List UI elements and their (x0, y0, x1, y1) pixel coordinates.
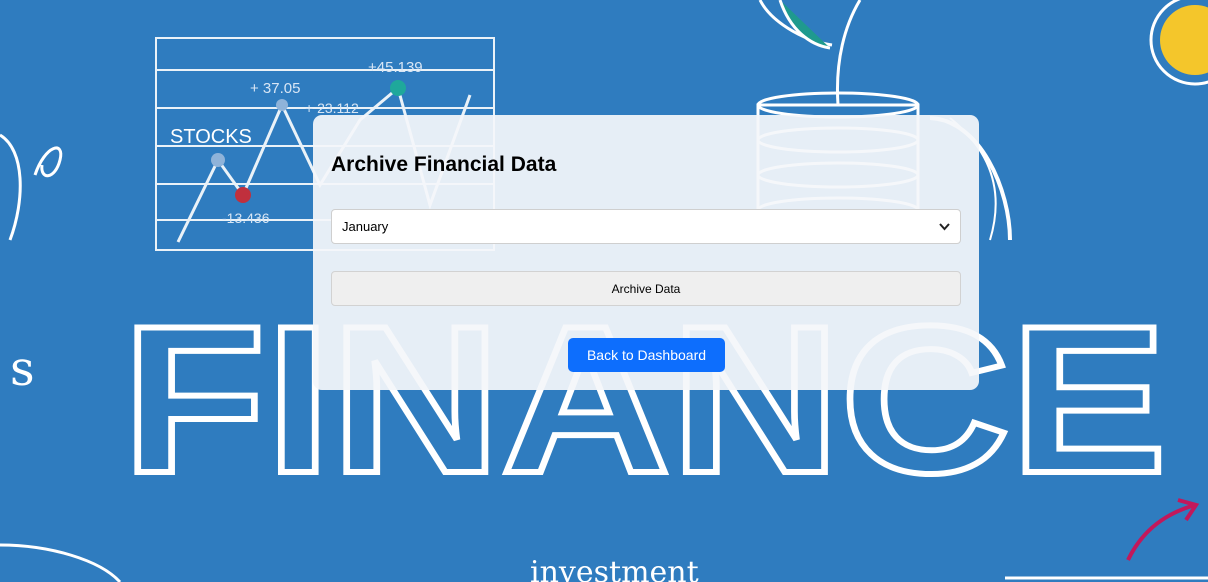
chart-annotation: +45.139 (368, 59, 423, 76)
chart-annotation: -13.436 (222, 210, 270, 226)
investment-word: investment (530, 555, 699, 582)
chart-annotation: + 23.112 (305, 100, 359, 116)
chart-annotation: + 37.05 (250, 80, 300, 97)
month-select[interactable]: January (331, 209, 961, 244)
archive-card: Archive Financial Data January Archive D… (313, 115, 979, 390)
archive-data-button[interactable]: Archive Data (331, 271, 961, 306)
page-title: Archive Financial Data (331, 153, 557, 176)
stocks-label: STOCKS (170, 126, 252, 148)
month-select-value: January (342, 219, 389, 234)
chevron-down-icon (939, 220, 950, 234)
svg-text:s: s (10, 341, 35, 397)
back-to-dashboard-button[interactable]: Back to Dashboard (568, 338, 725, 372)
